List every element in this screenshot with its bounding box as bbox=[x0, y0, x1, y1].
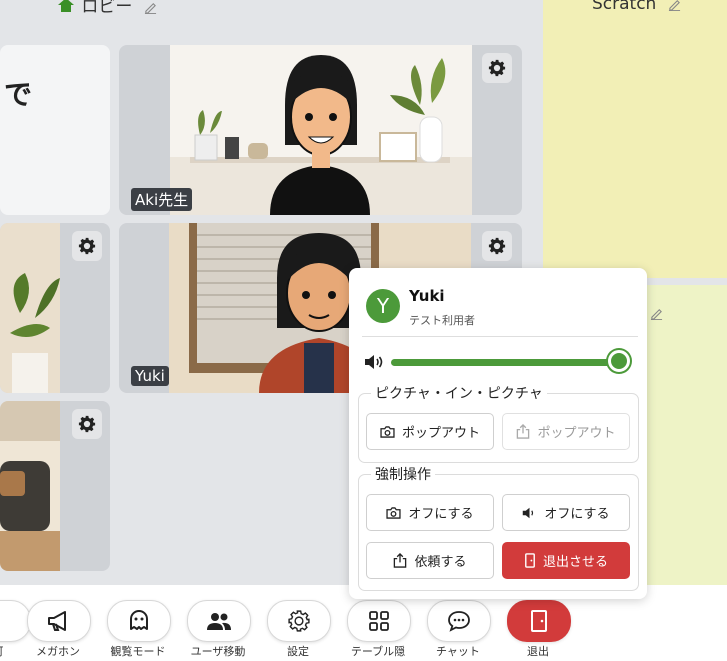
video-tile[interactable] bbox=[0, 223, 110, 393]
video-feed bbox=[0, 401, 60, 571]
toolbar-label: チャット bbox=[436, 645, 480, 658]
gear-icon bbox=[488, 59, 506, 77]
kick-button[interactable]: 退出させる bbox=[502, 542, 630, 579]
video-feed bbox=[170, 45, 472, 215]
toolbar-label: 退出 bbox=[527, 645, 549, 658]
kick-label: 退出させる bbox=[542, 555, 608, 570]
participant-name-tag: Aki先生 bbox=[131, 188, 193, 211]
settings-gear-button[interactable] bbox=[72, 231, 102, 261]
megaphone-button[interactable] bbox=[27, 600, 91, 642]
chat-button[interactable] bbox=[427, 600, 491, 642]
edit-icon[interactable] bbox=[668, 0, 681, 11]
megaphone-icon bbox=[48, 611, 66, 631]
mic-off-label: オフにする bbox=[544, 507, 610, 522]
camera-icon bbox=[386, 506, 402, 519]
volume-slider-handle[interactable] bbox=[608, 350, 630, 372]
request-label: 依頼する bbox=[414, 555, 467, 570]
settings-gear-button[interactable] bbox=[72, 409, 102, 439]
edit-icon[interactable] bbox=[144, 1, 157, 14]
share-icon bbox=[517, 424, 530, 439]
scratch-panel[interactable] bbox=[543, 0, 727, 278]
scratch-title-text: Scratch bbox=[592, 0, 657, 14]
gear-icon bbox=[488, 237, 506, 255]
toolbar-label: 観覧モード bbox=[110, 645, 166, 658]
speaker-icon bbox=[523, 507, 534, 518]
divider bbox=[362, 336, 638, 337]
volume-slider[interactable] bbox=[391, 359, 619, 366]
request-button[interactable]: 依頼する bbox=[366, 542, 494, 579]
popout-button-disabled[interactable]: ポップアウト bbox=[502, 413, 630, 450]
pip-legend: ピクチャ・イン・ピクチャ bbox=[371, 383, 547, 403]
door-icon bbox=[525, 553, 535, 568]
scratch-title: Scratch bbox=[592, 0, 681, 14]
mic-off-button[interactable]: オフにする bbox=[502, 494, 630, 531]
gear-icon bbox=[288, 610, 310, 632]
text-card[interactable]: で bbox=[0, 45, 110, 215]
video-tile[interactable] bbox=[0, 401, 110, 571]
toolbar-label: メガホン bbox=[36, 645, 80, 658]
grid-icon bbox=[369, 611, 389, 631]
settings-gear-button[interactable] bbox=[482, 53, 512, 83]
gear-icon bbox=[78, 415, 96, 433]
video-tile-aki[interactable]: Aki先生 bbox=[119, 45, 522, 215]
hide-table-button[interactable] bbox=[347, 600, 411, 642]
move-user-button[interactable] bbox=[187, 600, 251, 642]
avatar: Y bbox=[366, 289, 400, 323]
text-card-content: で bbox=[4, 78, 33, 111]
audience-mode-button[interactable] bbox=[107, 600, 171, 642]
participant-name-tag: Yuki bbox=[131, 366, 169, 386]
force-legend: 強制操作 bbox=[371, 464, 435, 484]
exit-button[interactable] bbox=[507, 600, 571, 642]
popout-label: ポップアウト bbox=[401, 426, 480, 441]
user-name: Yuki bbox=[409, 287, 445, 305]
volume-icon bbox=[364, 354, 384, 374]
popout-disabled-label: ポップアウト bbox=[537, 426, 616, 441]
gear-icon bbox=[78, 237, 96, 255]
lobby-title: ロビー bbox=[58, 0, 157, 17]
chat-icon bbox=[448, 611, 470, 632]
door-icon bbox=[531, 610, 547, 632]
camera-icon bbox=[380, 425, 395, 438]
user-role: テスト利用者 bbox=[409, 314, 475, 327]
camera-off-label: オフにする bbox=[408, 507, 474, 522]
edit-icon[interactable] bbox=[650, 307, 663, 320]
home-icon bbox=[58, 0, 79, 17]
camera-off-button[interactable]: オフにする bbox=[366, 494, 494, 531]
video-feed bbox=[0, 223, 60, 393]
toolbar-label: 設定 bbox=[287, 645, 309, 658]
share-icon bbox=[394, 553, 407, 568]
settings-button[interactable] bbox=[267, 600, 331, 642]
users-icon bbox=[207, 613, 231, 630]
lobby-title-text: ロビー bbox=[81, 0, 133, 17]
popout-button[interactable]: ポップアウト bbox=[366, 413, 494, 450]
settings-gear-button[interactable] bbox=[482, 231, 512, 261]
toolbar-label: テーブル隠 bbox=[350, 645, 406, 658]
toolbar-label: ユーザ移動 bbox=[190, 645, 246, 658]
ghost-icon bbox=[130, 610, 148, 630]
